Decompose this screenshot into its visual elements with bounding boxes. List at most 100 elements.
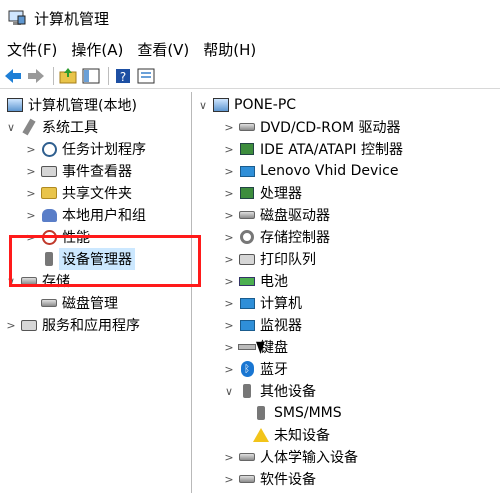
tree-item-label: 磁盘管理 — [62, 296, 118, 312]
device-item-label: 未知设备 — [274, 428, 330, 444]
menu-action[interactable]: 操作(A) — [64, 39, 130, 60]
chevron-right-icon[interactable]: > — [222, 292, 236, 314]
tree-item-label: 共享文件夹 — [62, 186, 132, 202]
device-category-label: 监视器 — [260, 318, 302, 334]
chevron-right-icon[interactable]: > — [24, 160, 38, 182]
chevron-right-icon[interactable]: > — [222, 468, 236, 490]
chevron-right-icon[interactable]: > — [222, 182, 236, 204]
chevron-right-icon[interactable]: > — [222, 314, 236, 336]
help-icon[interactable]: ? — [113, 66, 133, 86]
device-category-label: 电池 — [260, 274, 288, 290]
tree-item-label: 任务计划程序 — [62, 142, 146, 158]
tree-item-services-apps[interactable]: > 服务和应用程序 — [4, 314, 140, 336]
chevron-down-icon[interactable]: ∨ — [4, 116, 18, 138]
chevron-down-icon[interactable]: ∨ — [196, 94, 210, 116]
device-category-bluetooth[interactable]: > ᛒ 蓝牙 — [222, 358, 288, 380]
device-category-label: 软件设备 — [260, 472, 316, 488]
storage-controller-icon — [238, 228, 256, 246]
chevron-down-icon[interactable]: ∨ — [222, 380, 236, 402]
device-category-label: 其他设备 — [260, 384, 316, 400]
ide-controller-icon — [238, 140, 256, 158]
chevron-right-icon[interactable]: > — [222, 248, 236, 270]
tree-item-label: 本地用户和组 — [62, 208, 146, 224]
toolbar-separator — [53, 66, 54, 85]
toolbar: ? — [0, 63, 500, 89]
properties-icon[interactable] — [136, 66, 156, 86]
device-category-disk-drives[interactable]: > 磁盘驱动器 — [222, 204, 330, 226]
tree-item-label: 系统工具 — [42, 120, 98, 136]
device-category-label: 计算机 — [260, 296, 302, 312]
device-category-label: 人体学输入设备 — [260, 450, 358, 466]
show-hide-tree-icon[interactable] — [81, 66, 101, 86]
device-item-unknown[interactable]: 未知设备 — [250, 424, 330, 446]
chevron-right-icon[interactable]: > — [222, 226, 236, 248]
event-viewer-icon — [40, 162, 58, 180]
up-folder-icon[interactable] — [58, 66, 78, 86]
chevron-right-icon[interactable]: > — [222, 270, 236, 292]
tree-item-label: 服务和应用程序 — [42, 318, 140, 334]
tree-item-disk-management[interactable]: 磁盘管理 — [24, 292, 118, 314]
device-category-dvd[interactable]: > DVD/CD-ROM 驱动器 — [222, 116, 401, 138]
chevron-right-icon[interactable]: > — [24, 138, 38, 160]
other-devices-icon — [238, 382, 256, 400]
device-category-label: DVD/CD-ROM 驱动器 — [260, 120, 401, 136]
device-category-label: 蓝牙 — [260, 362, 288, 378]
device-root[interactable]: ∨ PONE-PC — [196, 94, 296, 116]
device-category-batteries[interactable]: > 电池 — [222, 270, 288, 292]
chevron-right-icon[interactable]: > — [24, 182, 38, 204]
warning-device-icon — [252, 426, 270, 444]
printer-icon — [238, 250, 256, 268]
device-tree-pane: ∨ PONE-PC > DVD/CD-ROM 驱动器 > IDE ATA/ATA… — [196, 92, 500, 493]
chevron-right-icon[interactable]: > — [222, 336, 236, 358]
chevron-right-icon[interactable]: > — [222, 204, 236, 226]
chevron-right-icon[interactable]: > — [222, 446, 236, 468]
tree-item-task-scheduler[interactable]: > 任务计划程序 — [24, 138, 146, 160]
software-device-icon — [238, 470, 256, 488]
computer-management-icon — [8, 10, 26, 26]
device-category-keyboards[interactable]: > 键盘 — [222, 336, 288, 358]
bluetooth-icon: ᛒ — [238, 360, 256, 378]
tree-item-shared-folders[interactable]: > 共享文件夹 — [24, 182, 132, 204]
device-category-hid[interactable]: > 人体学输入设备 — [222, 446, 358, 468]
forward-icon[interactable] — [26, 66, 46, 86]
disk-icon — [40, 294, 58, 312]
device-category-lenovo-vhid[interactable]: > Lenovo Vhid Device — [222, 160, 398, 182]
device-category-processor[interactable]: > 处理器 — [222, 182, 302, 204]
chevron-right-icon[interactable]: > — [4, 314, 18, 336]
monitor-icon — [238, 162, 256, 180]
device-category-print-queues[interactable]: > 打印队列 — [222, 248, 316, 270]
chevron-right-icon[interactable]: > — [222, 116, 236, 138]
tree-item-local-users[interactable]: > 本地用户和组 — [24, 204, 146, 226]
chevron-right-icon[interactable]: > — [222, 358, 236, 380]
menu-view[interactable]: 查看(V) — [130, 39, 196, 60]
tree-item-system-tools[interactable]: ∨ 系统工具 — [4, 116, 98, 138]
highlight-box — [9, 235, 201, 287]
svg-text:?: ? — [120, 70, 126, 84]
device-category-label: 存储控制器 — [260, 230, 330, 246]
chevron-right-icon[interactable]: > — [24, 204, 38, 226]
title-bar: 计算机管理 — [0, 0, 500, 36]
device-category-monitors[interactable]: > 监视器 — [222, 314, 302, 336]
computer-management-icon — [6, 96, 24, 114]
services-icon — [20, 316, 38, 334]
computer-icon — [212, 96, 230, 114]
menu-file[interactable]: 文件(F) — [0, 39, 64, 60]
dvd-drive-icon — [238, 118, 256, 136]
device-category-software-devices[interactable]: > 软件设备 — [222, 468, 316, 490]
device-category-computer[interactable]: > 计算机 — [222, 292, 302, 314]
device-category-other-devices[interactable]: ∨ 其他设备 — [222, 380, 316, 402]
clock-icon — [40, 140, 58, 158]
device-item-sms-mms[interactable]: SMS/MMS — [250, 402, 342, 424]
back-icon[interactable] — [3, 66, 23, 86]
tree-item-event-viewer[interactable]: > 事件查看器 — [24, 160, 132, 182]
computer-icon — [238, 294, 256, 312]
menu-help[interactable]: 帮助(H) — [196, 39, 263, 60]
tree-item-label: 事件查看器 — [62, 164, 132, 180]
chevron-right-icon[interactable]: > — [222, 138, 236, 160]
tree-root[interactable]: 计算机管理(本地) — [4, 94, 137, 116]
device-category-label: 磁盘驱动器 — [260, 208, 330, 224]
chevron-right-icon[interactable]: > — [222, 160, 236, 182]
device-category-ide[interactable]: > IDE ATA/ATAPI 控制器 — [222, 138, 403, 160]
device-category-storage-controllers[interactable]: > 存储控制器 — [222, 226, 330, 248]
